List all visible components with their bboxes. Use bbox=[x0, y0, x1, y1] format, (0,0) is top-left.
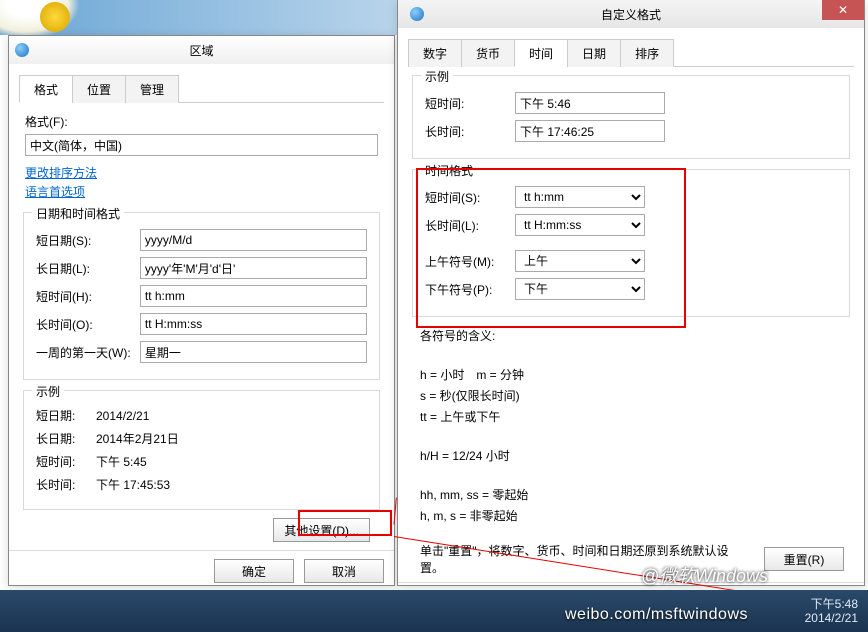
sample-lt-l: 长时间: bbox=[36, 476, 96, 493]
sample-ld-l: 长日期: bbox=[36, 430, 96, 447]
region-dialog: 区域 格式 位置 管理 格式(F): 更改排序方法 语言首选项 日期和时间格式 … bbox=[8, 35, 395, 586]
shorttime-select[interactable]: tt h:mm bbox=[515, 186, 645, 208]
region-ok-button[interactable]: 确定 bbox=[214, 559, 294, 583]
fmt-am-l: 上午符号(M): bbox=[425, 253, 515, 270]
shorttime-label: 短时间(H): bbox=[36, 288, 140, 305]
custom-titlebar[interactable]: 自定义格式 ✕ bbox=[398, 0, 864, 28]
tab-location[interactable]: 位置 bbox=[72, 75, 126, 103]
fmt-pm-l: 下午符号(P): bbox=[425, 281, 515, 298]
firstday-label: 一周的第一天(W): bbox=[36, 344, 140, 361]
close-icon: ✕ bbox=[838, 3, 848, 17]
region-tabs: 格式 位置 管理 bbox=[19, 74, 384, 103]
sample-sd-l: 短日期: bbox=[36, 407, 96, 424]
sample-lt-v: 下午 17:45:53 bbox=[96, 476, 170, 493]
tab-currency[interactable]: 货币 bbox=[461, 39, 515, 67]
format-label: 格式(F): bbox=[25, 113, 378, 130]
datetime-group-title: 日期和时间格式 bbox=[32, 205, 124, 222]
c-st-l: 短时间: bbox=[425, 95, 515, 112]
tab-date[interactable]: 日期 bbox=[567, 39, 621, 67]
watermark-url: weibo.com/msftwindows bbox=[565, 606, 748, 624]
longtime-select[interactable]: tt H:mm:ss bbox=[515, 214, 645, 236]
region-titlebar[interactable]: 区域 bbox=[9, 36, 394, 64]
c-lt-l: 长时间: bbox=[425, 123, 515, 140]
sample-ld-v: 2014年2月21日 bbox=[96, 430, 179, 447]
format-select[interactable] bbox=[25, 134, 378, 156]
fmt-st-l: 短时间(S): bbox=[425, 189, 515, 206]
sample-st-v: 下午 5:45 bbox=[96, 453, 147, 470]
tab-time[interactable]: 时间 bbox=[514, 39, 568, 67]
link-language-prefs[interactable]: 语言首选项 bbox=[25, 183, 378, 200]
pm-select[interactable]: 下午 bbox=[515, 278, 645, 300]
custom-sample-title: 示例 bbox=[421, 68, 453, 85]
sample-sd-v: 2014/2/21 bbox=[96, 409, 149, 423]
shorttime-input[interactable] bbox=[140, 285, 367, 307]
tab-format[interactable]: 格式 bbox=[19, 75, 73, 103]
longdate-input[interactable] bbox=[140, 257, 367, 279]
c-lt-v bbox=[515, 120, 665, 142]
link-change-sort[interactable]: 更改排序方法 bbox=[25, 164, 378, 181]
taskbar-clock[interactable]: 下午5:48 2014/2/21 bbox=[805, 597, 858, 625]
watermark-handle: @微软Windows bbox=[641, 562, 768, 588]
close-button[interactable]: ✕ bbox=[822, 0, 864, 20]
sample-group-title: 示例 bbox=[32, 383, 64, 400]
c-st-v bbox=[515, 92, 665, 114]
shortdate-input[interactable] bbox=[140, 229, 367, 251]
firstday-input[interactable] bbox=[140, 341, 367, 363]
fmt-lt-l: 长时间(L): bbox=[425, 217, 515, 234]
other-settings-button[interactable]: 其他设置(D)... bbox=[273, 518, 370, 542]
time-format-title: 时间格式 bbox=[421, 162, 477, 179]
region-cancel-button[interactable]: 取消 bbox=[304, 559, 384, 583]
tab-sort[interactable]: 排序 bbox=[620, 39, 674, 67]
reset-button[interactable]: 重置(R) bbox=[764, 547, 844, 571]
custom-tabs: 数字 货币 时间 日期 排序 bbox=[408, 38, 854, 67]
shortdate-label: 短日期(S): bbox=[36, 232, 140, 249]
longdate-label: 长日期(L): bbox=[36, 260, 140, 277]
am-select[interactable]: 上午 bbox=[515, 250, 645, 272]
custom-title: 自定义格式 bbox=[398, 6, 864, 23]
tab-number[interactable]: 数字 bbox=[408, 39, 462, 67]
longtime-label: 长时间(O): bbox=[36, 316, 140, 333]
sample-st-l: 短时间: bbox=[36, 453, 96, 470]
tab-admin[interactable]: 管理 bbox=[125, 75, 179, 103]
symbols-help: 各符号的含义: h = 小时 m = 分钟 s = 秒(仅限长时间) tt = … bbox=[408, 317, 854, 524]
region-title: 区域 bbox=[9, 42, 394, 59]
custom-format-dialog: 自定义格式 ✕ 数字 货币 时间 日期 排序 示例 短时间: 长时间: 时间格式… bbox=[397, 0, 865, 586]
longtime-input[interactable] bbox=[140, 313, 367, 335]
